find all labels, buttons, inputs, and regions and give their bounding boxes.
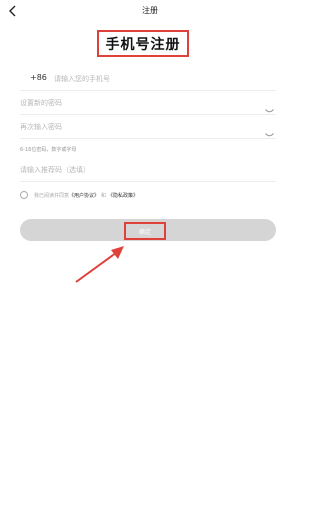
password-confirm-input[interactable]: 再次输入密码: [20, 122, 62, 132]
country-code[interactable]: +86: [30, 73, 47, 82]
annotation-arrow-icon: [75, 246, 124, 283]
page-title-highlight: 手机号注册: [97, 30, 189, 57]
agreement-checkbox[interactable]: [20, 191, 28, 199]
eye-closed-icon[interactable]: [265, 123, 274, 137]
page-title: 手机号注册: [105, 36, 181, 53]
password-confirm-field[interactable]: 再次输入密码: [20, 115, 276, 139]
password-field[interactable]: 设置新的密码: [20, 91, 276, 115]
password-hint: 6-16位密码，数字或字母: [20, 147, 77, 153]
agreement-text: 我已阅读并同意: [34, 192, 70, 199]
eye-closed-icon[interactable]: [265, 99, 274, 113]
referral-field[interactable]: 请输入推荐码（选填）: [20, 158, 276, 182]
phone-field[interactable]: +86 请输入您的手机号: [20, 67, 276, 91]
privacy-policy-link[interactable]: 《隐私政策》: [108, 192, 138, 199]
submit-label-highlight: 确定: [124, 222, 166, 240]
phone-input[interactable]: 请输入您的手机号: [54, 74, 110, 84]
password-input[interactable]: 设置新的密码: [20, 98, 62, 108]
nav-bar: 注册: [0, 0, 300, 22]
agreement-row: 我已阅读并同意 《用户协议》 和 《隐私政策》: [20, 189, 138, 201]
nav-title: 注册: [142, 6, 158, 15]
submit-label: 确定: [138, 228, 151, 236]
agreement-and: 和: [101, 192, 107, 199]
user-agreement-link[interactable]: 《用户协议》: [69, 192, 99, 199]
referral-input[interactable]: 请输入推荐码（选填）: [20, 165, 90, 175]
